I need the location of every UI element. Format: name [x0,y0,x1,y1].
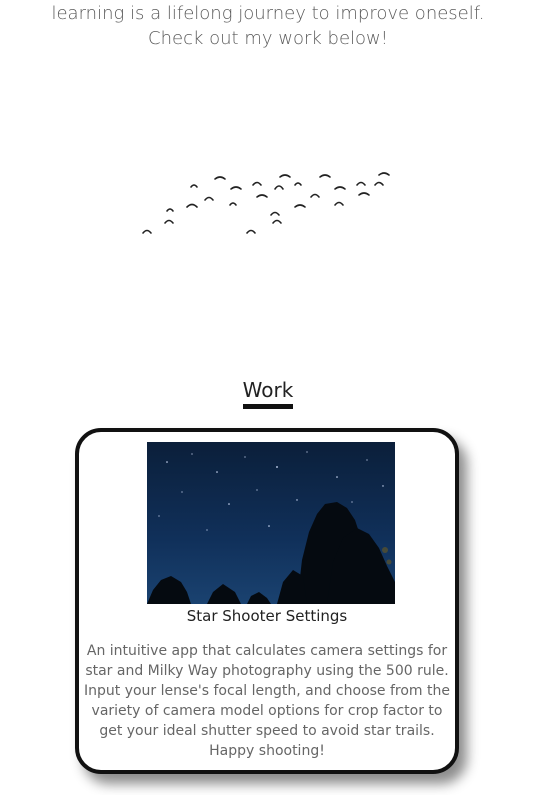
description-line: get your ideal shutter speed to avoid st… [99,723,435,739]
description-line: Input your lense's focal length, and cho… [84,683,450,699]
work-heading-text: Work [242,378,294,409]
intro-line-2: Check out my work below! [148,28,388,49]
project-description: An intuitive app that calculates camera … [83,641,451,761]
flock-of-birds-icon [142,172,390,234]
project-card[interactable]: Star Shooter Settings An intuitive app t… [75,428,459,774]
description-line: Happy shooting! [209,743,325,759]
project-title[interactable]: Star Shooter Settings [79,607,455,625]
description-line: variety of camera model options for crop… [91,703,443,719]
work-section-heading: Work [0,378,536,409]
intro-line-1: learning is a lifelong journey to improv… [51,3,485,24]
description-line: An intuitive app that calculates camera … [86,643,448,659]
description-line: star and Milky Way photography using the… [85,663,449,679]
night-sky-trees-image[interactable] [147,442,395,604]
